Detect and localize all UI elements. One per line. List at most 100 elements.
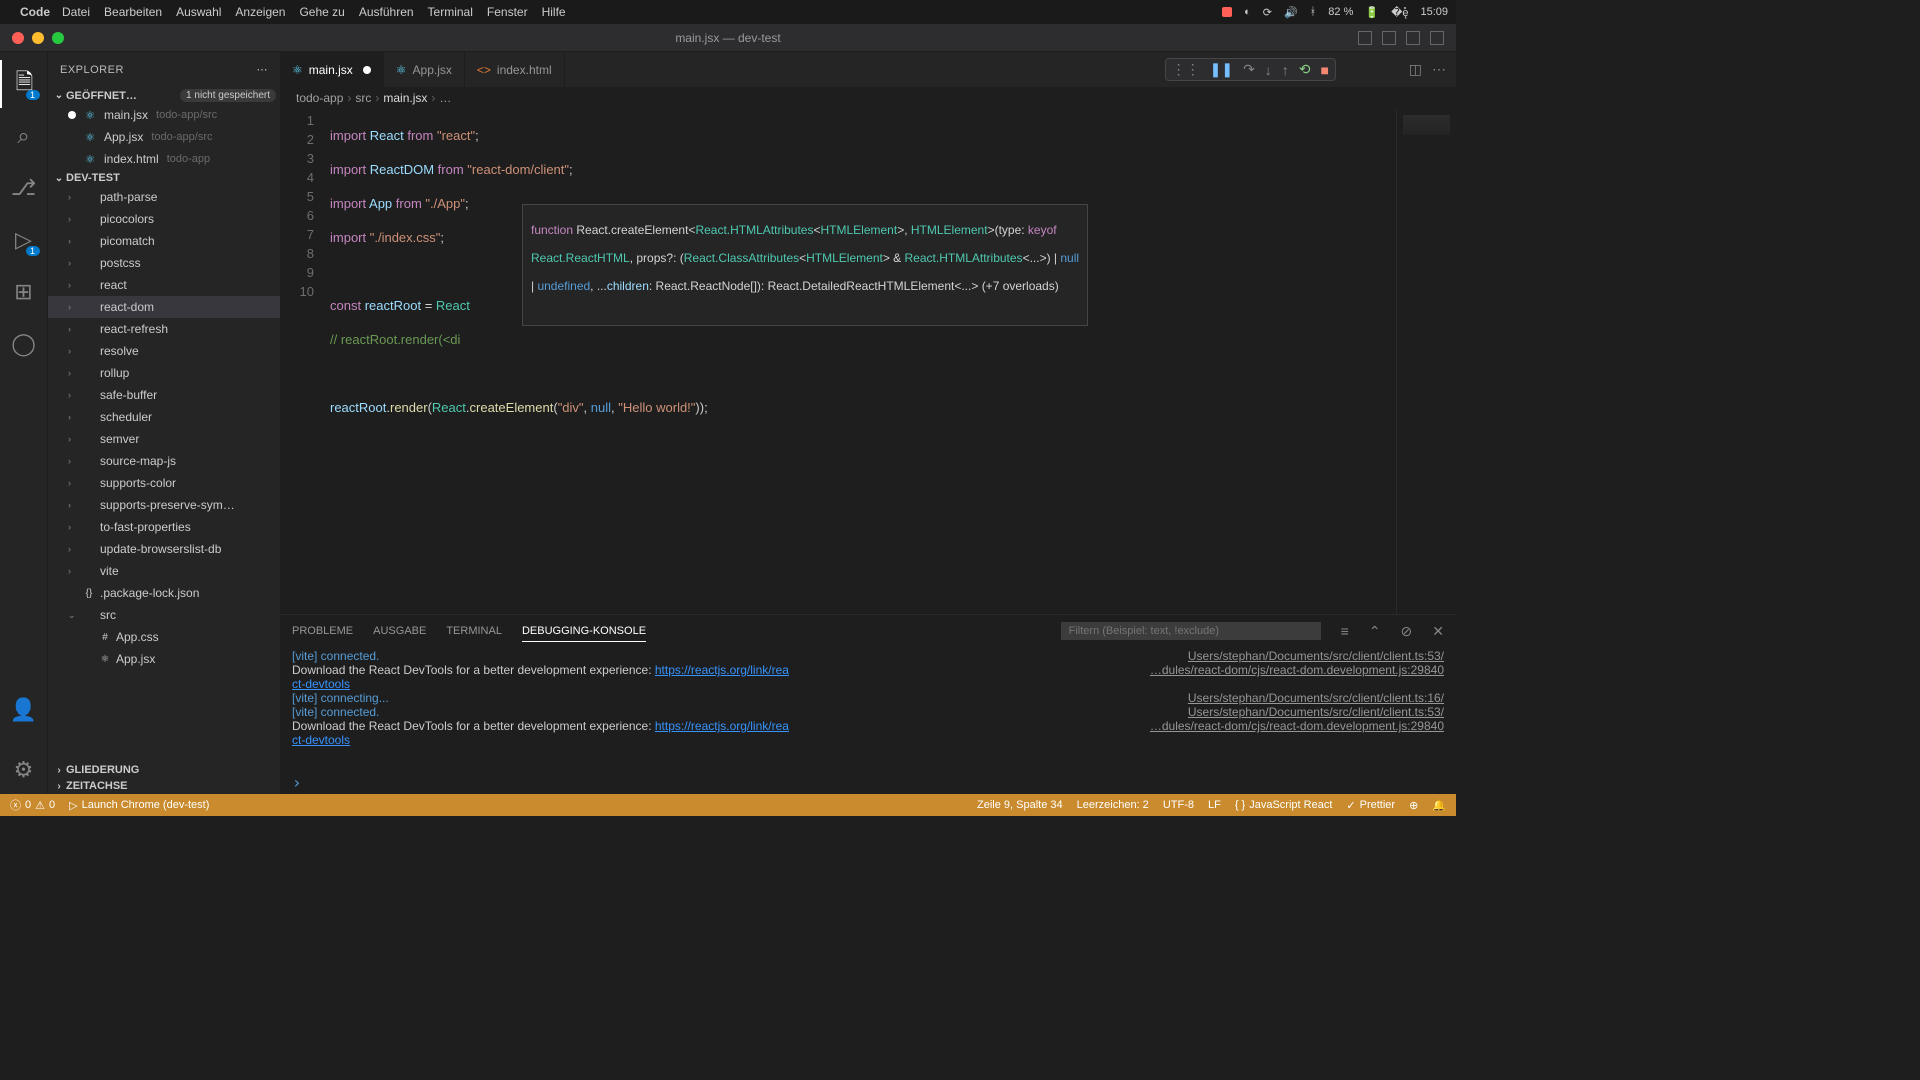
tab-ausgabe[interactable]: AUSGABE [373,621,426,641]
tree-item[interactable]: ›semver [48,428,280,450]
tree-item[interactable]: ›scheduler [48,406,280,428]
app-name[interactable]: Code [20,5,50,19]
tab-probleme[interactable]: PROBLEME [292,621,353,641]
crumb[interactable]: src [355,91,371,105]
debug-console-output[interactable]: [vite] connected.Users/stephan/Documents… [280,647,1456,771]
tree-item[interactable]: ⌄src [48,604,280,626]
settings-tab[interactable]: ⚙ [0,746,48,794]
menu-hilfe[interactable]: Hilfe [542,5,566,19]
menu-bearbeiten[interactable]: Bearbeiten [104,5,162,19]
status-display-icon[interactable]: ⟳ [1263,6,1272,19]
extra-tab[interactable]: ◯ [0,320,48,368]
sidebar-more-icon[interactable]: ⋯ [257,63,269,76]
open-editors-header[interactable]: ⌄ GEÖFFNET… 1 nicht gespeichert [48,87,280,104]
toggle-secondary-icon[interactable] [1406,31,1420,45]
outline-header[interactable]: › GLIEDERUNG [48,762,280,778]
collapse-icon[interactable]: ⌃ [1369,623,1381,640]
language-mode[interactable]: { } JavaScript React [1235,799,1333,812]
crumb[interactable]: … [439,91,451,105]
breadcrumb[interactable]: todo-app› src› main.jsx› … [280,87,1456,109]
search-tab[interactable]: ⌕ [0,112,48,160]
tree-item[interactable]: ›update-browserslist-db [48,538,280,560]
crumb[interactable]: main.jsx [383,91,427,105]
menu-terminal[interactable]: Terminal [428,5,473,19]
tab-debug-konsole[interactable]: DEBUGGING-KONSOLE [522,621,646,642]
status-cloud-icon[interactable]: ◐ [1244,6,1251,18]
tree-item[interactable]: ›supports-preserve-sym… [48,494,280,516]
accounts-tab[interactable]: 👤 [0,686,48,734]
menu-geheZu[interactable]: Gehe zu [299,5,344,19]
tree-item[interactable]: ›path-parse [48,186,280,208]
status-vol-icon[interactable]: 🔊 [1284,6,1298,19]
console-prompt[interactable]: › [280,771,1456,794]
tree-item[interactable]: ›vite [48,560,280,582]
tree-item[interactable]: ›resolve [48,340,280,362]
more-actions-icon[interactable]: ⋯ [1432,61,1446,78]
zoom-window-button[interactable] [52,32,64,44]
tree-item[interactable]: ›postcss [48,252,280,274]
clock[interactable]: 15:09 [1420,6,1448,18]
bell-icon[interactable]: 🔔 [1432,799,1446,812]
step-over-button[interactable]: ↷ [1243,61,1255,78]
crumb[interactable]: todo-app [296,91,343,105]
battery-icon[interactable]: 🔋 [1365,6,1379,19]
menu-ausfuehren[interactable]: Ausführen [359,5,414,19]
code-editor[interactable]: 12345678910 import React from "react"; i… [280,109,1456,614]
minimap[interactable] [1396,109,1456,614]
feedback-icon[interactable]: ⊕ [1409,799,1418,812]
errors-count[interactable]: ⓧ 0 ⚠ 0 [10,797,55,813]
tree-item[interactable]: ›react-dom [48,296,280,318]
minimize-window-button[interactable] [32,32,44,44]
tab-terminal[interactable]: TERMINAL [446,621,502,641]
toggle-sidebar-icon[interactable] [1358,31,1372,45]
prettier-status[interactable]: ✓ Prettier [1346,799,1395,812]
clear-icon[interactable]: ⊘ [1401,623,1413,640]
customize-layout-icon[interactable] [1430,31,1444,45]
toggle-panel-icon[interactable] [1382,31,1396,45]
open-editor-item[interactable]: ⚛App.jsxtodo-app/src [48,126,280,148]
wifi-icon[interactable]: �ęໍ [1391,6,1408,19]
restart-button[interactable]: ⟲ [1299,61,1311,78]
launch-config[interactable]: ▷ Launch Chrome (dev-test) [69,799,209,812]
menu-anzeigen[interactable]: Anzeigen [235,5,285,19]
tree-item[interactable]: ›supports-color [48,472,280,494]
menu-datei[interactable]: Datei [62,5,90,19]
menu-auswahl[interactable]: Auswahl [176,5,221,19]
tree-item[interactable]: ›to-fast-properties [48,516,280,538]
tree-item[interactable]: {}.package-lock.json [48,582,280,604]
workspace-header[interactable]: ⌄ DEV-TEST [48,170,280,186]
tree-item[interactable]: #App.css [48,626,280,648]
filter-input[interactable] [1061,622,1321,640]
tree-item[interactable]: ›picomatch [48,230,280,252]
battery-text[interactable]: 82 % [1328,6,1353,18]
cursor-position[interactable]: Zeile 9, Spalte 34 [977,799,1063,812]
eol[interactable]: LF [1208,799,1221,812]
explorer-tab[interactable]: 🗎 1 [0,60,48,108]
tree-item[interactable]: ›rollup [48,362,280,384]
tree-item[interactable]: ›react-refresh [48,318,280,340]
recording-icon[interactable] [1222,7,1232,17]
split-editor-icon[interactable]: ◫ [1409,61,1422,78]
tab-app[interactable]: ⚛ App.jsx [384,52,465,87]
close-window-button[interactable] [12,32,24,44]
open-editor-item[interactable]: ⚛main.jsxtodo-app/src [48,104,280,126]
tree-item[interactable]: ›safe-buffer [48,384,280,406]
tab-main[interactable]: ⚛ main.jsx [280,52,384,87]
open-editor-item[interactable]: ⚛index.htmltodo-app [48,148,280,170]
pause-button[interactable]: ❚❚ [1210,61,1233,78]
status-bt-icon[interactable]: ᚼ [1310,6,1317,18]
tree-item[interactable]: ›source-map-js [48,450,280,472]
debug-toolbar[interactable]: ⋮⋮ ❚❚ ↷ ↓ ↑ ⟲ ■ [1165,58,1336,81]
drag-handle-icon[interactable]: ⋮⋮ [1172,61,1200,78]
indent-info[interactable]: Leerzeichen: 2 [1077,799,1149,812]
encoding[interactable]: UTF-8 [1163,799,1194,812]
close-panel-icon[interactable]: ✕ [1432,623,1444,640]
tab-index[interactable]: <> index.html [465,52,565,87]
code-content[interactable]: import React from "react"; import ReactD… [330,109,1396,614]
stop-button[interactable]: ■ [1321,62,1329,78]
menu-fenster[interactable]: Fenster [487,5,528,19]
timeline-header[interactable]: › ZEITACHSE [48,778,280,794]
extensions-tab[interactable]: ⊞ [0,268,48,316]
tree-item[interactable]: ⚛App.jsx [48,648,280,670]
debug-tab[interactable]: ▷ 1 [0,216,48,264]
